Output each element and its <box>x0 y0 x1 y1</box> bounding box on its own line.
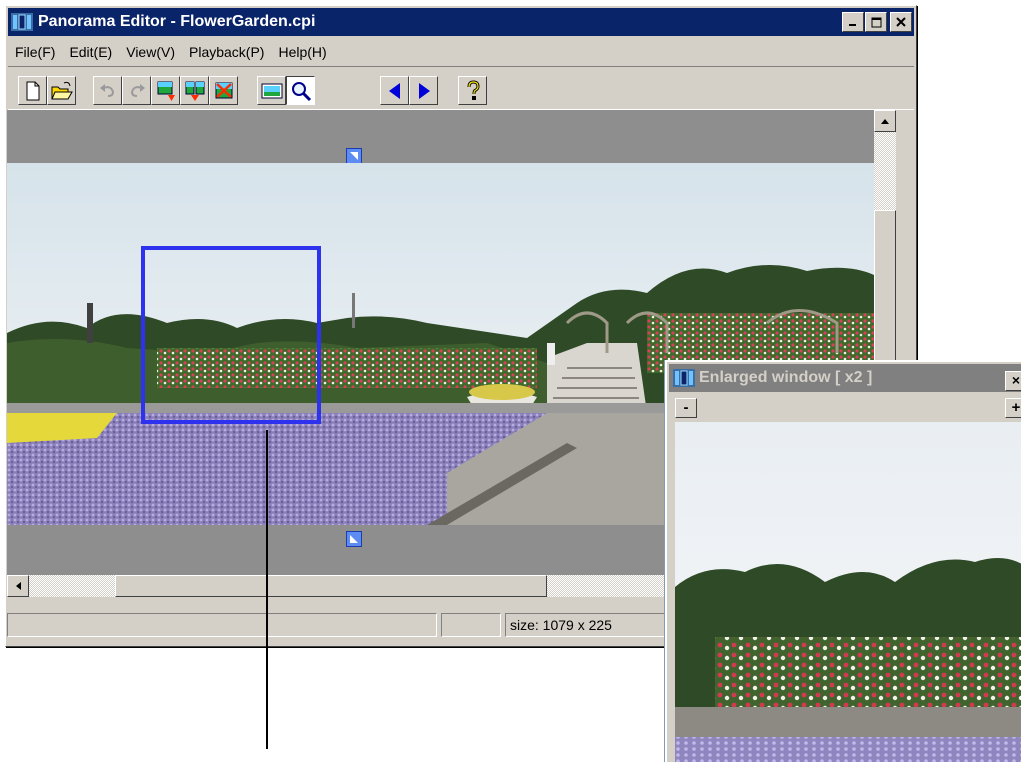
scroll-up-button[interactable] <box>874 110 896 132</box>
magnifier-selection-box[interactable] <box>141 246 321 424</box>
redo-button[interactable] <box>122 76 151 105</box>
open-folder-icon <box>50 81 73 99</box>
scroll-left-button[interactable] <box>380 76 409 105</box>
help-button[interactable] <box>458 76 487 105</box>
split-image-icon <box>185 81 204 101</box>
menu-playback[interactable]: Playback(P) <box>182 40 271 64</box>
scroll-right-button[interactable] <box>409 76 438 105</box>
delete-image-button[interactable] <box>209 76 238 105</box>
magnifier-button[interactable] <box>286 76 315 105</box>
maximize-icon <box>871 17 881 27</box>
close-button[interactable] <box>890 12 912 32</box>
horizontal-scroll-thumb[interactable] <box>115 575 547 597</box>
redo-icon <box>130 83 145 97</box>
title-bar[interactable]: Panorama Editor - FlowerGarden.cpi <box>8 8 914 36</box>
menu-view[interactable]: View(V) <box>119 40 182 64</box>
undo-button[interactable] <box>93 76 122 105</box>
help-icon <box>467 79 480 100</box>
menu-edit[interactable]: Edit(E) <box>62 40 119 64</box>
menu-file[interactable]: File(F) <box>8 40 62 64</box>
enlarged-window-title: Enlarged window [ x2 ] <box>699 369 873 386</box>
arrow-up-icon <box>881 119 889 124</box>
callout-pointer-line <box>266 430 268 749</box>
minimize-icon <box>849 24 856 26</box>
insert-image-button[interactable] <box>151 76 180 105</box>
toolbar <box>8 66 914 110</box>
open-button[interactable] <box>47 76 76 105</box>
view-panorama-icon <box>261 83 282 98</box>
menu-bar: File(F) Edit(E) View(V) Playback(P) Help… <box>8 40 914 64</box>
minimize-button[interactable] <box>842 12 864 32</box>
triangle-down-right-icon <box>350 152 358 160</box>
status-pane-message <box>7 613 437 637</box>
panorama-app-icon <box>673 369 695 387</box>
zoom-in-button[interactable]: + <box>1005 398 1021 418</box>
view-panorama-button[interactable] <box>257 76 286 105</box>
split-image-button[interactable] <box>180 76 209 105</box>
scroll-right-icon <box>418 82 430 99</box>
bottom-boundary-marker[interactable] <box>346 531 362 547</box>
enlarged-view-image[interactable] <box>675 422 1021 762</box>
magnifier-icon <box>291 81 311 101</box>
triangle-up-left-icon <box>350 535 358 543</box>
scroll-left-icon <box>388 82 400 99</box>
zoom-out-button[interactable]: - <box>675 398 697 418</box>
enlarged-window: Enlarged window [ x2 ] × - + <box>665 360 1021 762</box>
top-boundary-marker[interactable] <box>346 148 362 164</box>
arrow-left-icon <box>16 582 21 590</box>
new-document-icon <box>26 81 39 100</box>
scroll-left-arrow-button[interactable] <box>7 575 29 597</box>
maximize-button[interactable] <box>865 12 887 32</box>
new-button[interactable] <box>18 76 47 105</box>
enlarged-window-title-bar[interactable]: Enlarged window [ x2 ] × <box>669 364 1021 392</box>
enlarged-close-button[interactable]: × <box>1005 371 1021 391</box>
panorama-app-icon <box>11 13 33 31</box>
insert-image-icon <box>157 81 175 101</box>
menu-help[interactable]: Help(H) <box>271 40 333 64</box>
delete-image-icon <box>215 82 232 98</box>
status-pane-secondary <box>441 613 501 637</box>
undo-icon <box>99 83 114 97</box>
caption-buttons <box>841 12 912 32</box>
window-title: Panorama Editor - FlowerGarden.cpi <box>38 13 316 30</box>
close-icon <box>896 17 906 27</box>
